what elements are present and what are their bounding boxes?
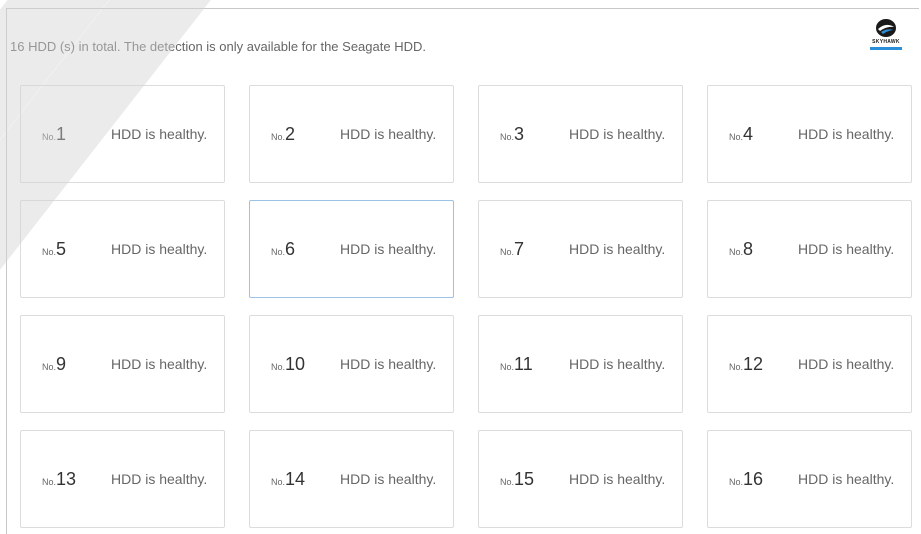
hdd-card-8[interactable]: No.8 HDD is healthy.	[707, 200, 912, 298]
hdd-number-prefix: No.	[500, 362, 515, 372]
hdd-number-value: 2	[285, 124, 296, 144]
hdd-number: No.15	[500, 469, 534, 490]
hdd-status: HDD is healthy.	[340, 356, 437, 372]
hdd-card-14[interactable]: No.14 HDD is healthy.	[249, 430, 454, 528]
hdd-status: HDD is healthy.	[798, 356, 895, 372]
hdd-number-value: 3	[514, 124, 525, 144]
hdd-number-prefix: No.	[271, 132, 286, 142]
hdd-number: No.7	[500, 239, 524, 260]
hdd-number-value: 12	[743, 354, 764, 374]
hdd-status: HDD is healthy.	[340, 126, 437, 142]
hdd-number-prefix: No.	[271, 477, 286, 487]
hdd-number-value: 11	[514, 354, 533, 374]
hdd-number-prefix: No.	[42, 477, 57, 487]
hdd-card-5[interactable]: No.5 HDD is healthy.	[20, 200, 225, 298]
hdd-status: HDD is healthy.	[111, 241, 208, 257]
hdd-number-value: 16	[743, 469, 764, 489]
skyhawk-logo: SKYHAWK	[866, 18, 906, 56]
hdd-number-prefix: No.	[42, 362, 57, 372]
hdd-status: HDD is healthy.	[569, 471, 666, 487]
hdd-grid: No.1 HDD is healthy. No.2 HDD is healthy. No…	[20, 85, 912, 528]
hdd-number: No.12	[729, 354, 763, 375]
hdd-number: No.10	[271, 354, 305, 375]
hdd-number: No.1	[42, 124, 66, 145]
hdd-status: HDD is healthy.	[798, 471, 895, 487]
hdd-card-16[interactable]: No.16 HDD is healthy.	[707, 430, 912, 528]
hdd-status: HDD is healthy.	[111, 471, 208, 487]
hdd-number-prefix: No.	[729, 132, 744, 142]
hdd-number-value: 7	[514, 239, 525, 259]
hdd-number-prefix: No.	[42, 247, 57, 257]
hdd-number: No.16	[729, 469, 763, 490]
hdd-number-prefix: No.	[729, 477, 744, 487]
hdd-card-13[interactable]: No.13 HDD is healthy.	[20, 430, 225, 528]
hdd-card-9[interactable]: No.9 HDD is healthy.	[20, 315, 225, 413]
hdd-status: HDD is healthy.	[111, 126, 208, 142]
hdd-number-value: 9	[56, 354, 67, 374]
hdd-card-1[interactable]: No.1 HDD is healthy.	[20, 85, 225, 183]
hdd-number-value: 5	[56, 239, 67, 259]
hdd-number-value: 4	[743, 124, 754, 144]
hdd-card-7[interactable]: No.7 HDD is healthy.	[478, 200, 683, 298]
hdd-number-value: 10	[285, 354, 306, 374]
hdd-number: No.11	[500, 354, 533, 375]
hdd-number: No.3	[500, 124, 524, 145]
hdd-card-12[interactable]: No.12 HDD is healthy.	[707, 315, 912, 413]
hdd-status: HDD is healthy.	[569, 126, 666, 142]
hdd-number-value: 13	[56, 469, 77, 489]
hdd-number-prefix: No.	[500, 477, 515, 487]
hdd-number-prefix: No.	[729, 247, 744, 257]
hdd-number-value: 1	[56, 124, 67, 144]
hdd-card-2[interactable]: No.2 HDD is healthy.	[249, 85, 454, 183]
hdd-number-prefix: No.	[271, 362, 286, 372]
hdd-status: HDD is healthy.	[569, 356, 666, 372]
hdd-status: HDD is healthy.	[798, 241, 895, 257]
hdd-number-value: 14	[285, 469, 306, 489]
hdd-summary-text: 16 HDD (s) in total. The detection is on…	[10, 39, 426, 54]
hdd-status: HDD is healthy.	[569, 241, 666, 257]
hdd-number: No.13	[42, 469, 76, 490]
hdd-status: HDD is healthy.	[798, 126, 895, 142]
hdd-card-11[interactable]: No.11 HDD is healthy.	[478, 315, 683, 413]
hdd-number: No.8	[729, 239, 753, 260]
hdd-number-value: 8	[743, 239, 754, 259]
hdd-status: HDD is healthy.	[111, 356, 208, 372]
hdd-number-prefix: No.	[42, 132, 57, 142]
hdd-number: No.9	[42, 354, 66, 375]
skyhawk-logo-icon	[876, 19, 896, 37]
hdd-number: No.2	[271, 124, 295, 145]
hdd-card-6[interactable]: No.6 HDD is healthy.	[249, 200, 454, 298]
hdd-number: No.6	[271, 239, 295, 260]
logo-accent-bar	[870, 47, 902, 50]
hdd-card-10[interactable]: No.10 HDD is healthy.	[249, 315, 454, 413]
hdd-card-4[interactable]: No.4 HDD is healthy.	[707, 85, 912, 183]
skyhawk-logo-text: SKYHAWK	[872, 39, 900, 45]
hdd-number-prefix: No.	[500, 247, 515, 257]
hdd-number-prefix: No.	[500, 132, 515, 142]
hdd-status: HDD is healthy.	[340, 471, 437, 487]
hdd-status: HDD is healthy.	[340, 241, 437, 257]
hdd-number: No.4	[729, 124, 753, 145]
hdd-number-prefix: No.	[271, 247, 286, 257]
hdd-number-value: 15	[514, 469, 535, 489]
hdd-number: No.14	[271, 469, 305, 490]
hdd-number-value: 6	[285, 239, 296, 259]
hdd-number: No.5	[42, 239, 66, 260]
hdd-card-15[interactable]: No.15 HDD is healthy.	[478, 430, 683, 528]
hdd-number-prefix: No.	[729, 362, 744, 372]
hdd-card-3[interactable]: No.3 HDD is healthy.	[478, 85, 683, 183]
